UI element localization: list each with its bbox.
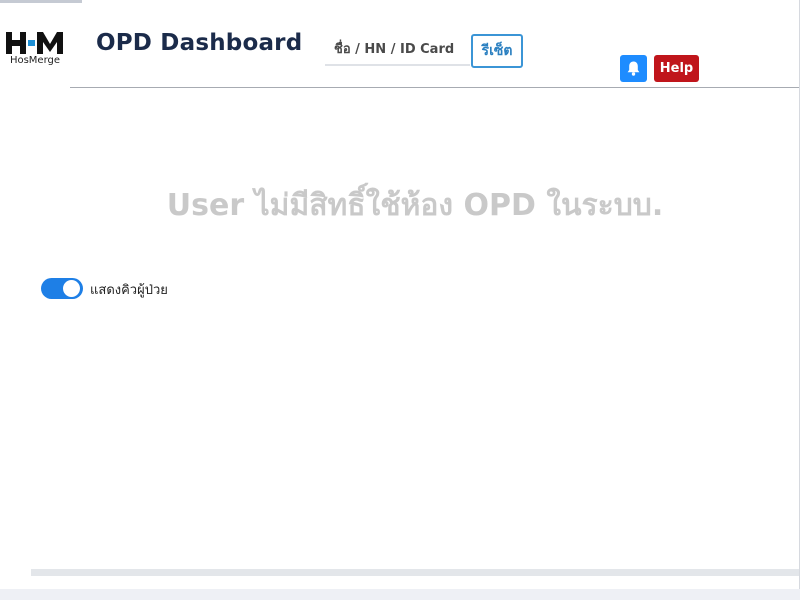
horizontal-scrollbar[interactable] xyxy=(31,569,799,576)
show-queue-label: แสดงคิวผู้ป่วย xyxy=(90,283,168,298)
reset-button[interactable]: รีเซ็ต xyxy=(471,34,523,68)
notification-button[interactable] xyxy=(620,55,647,82)
logo-text: HosMerge xyxy=(9,55,61,66)
no-permission-message: User ไม่มีสิทธิ์ใช้ห้อง OPD ในระบบ. xyxy=(166,188,664,223)
search-input[interactable] xyxy=(325,35,470,66)
hosmerge-logo[interactable]: HosMerge xyxy=(0,24,70,94)
show-queue-toggle[interactable] xyxy=(41,278,83,299)
bell-icon xyxy=(627,61,640,76)
page-title: OPD Dashboard xyxy=(96,30,303,56)
toggle-knob xyxy=(63,280,80,297)
help-button[interactable]: Help xyxy=(654,55,699,82)
app-window: HosMerge OPD Dashboard รีเซ็ต Help User … xyxy=(0,0,800,589)
top-accent-bar xyxy=(0,0,82,3)
header-divider xyxy=(70,87,799,88)
hosmerge-logo-mark xyxy=(6,32,63,54)
